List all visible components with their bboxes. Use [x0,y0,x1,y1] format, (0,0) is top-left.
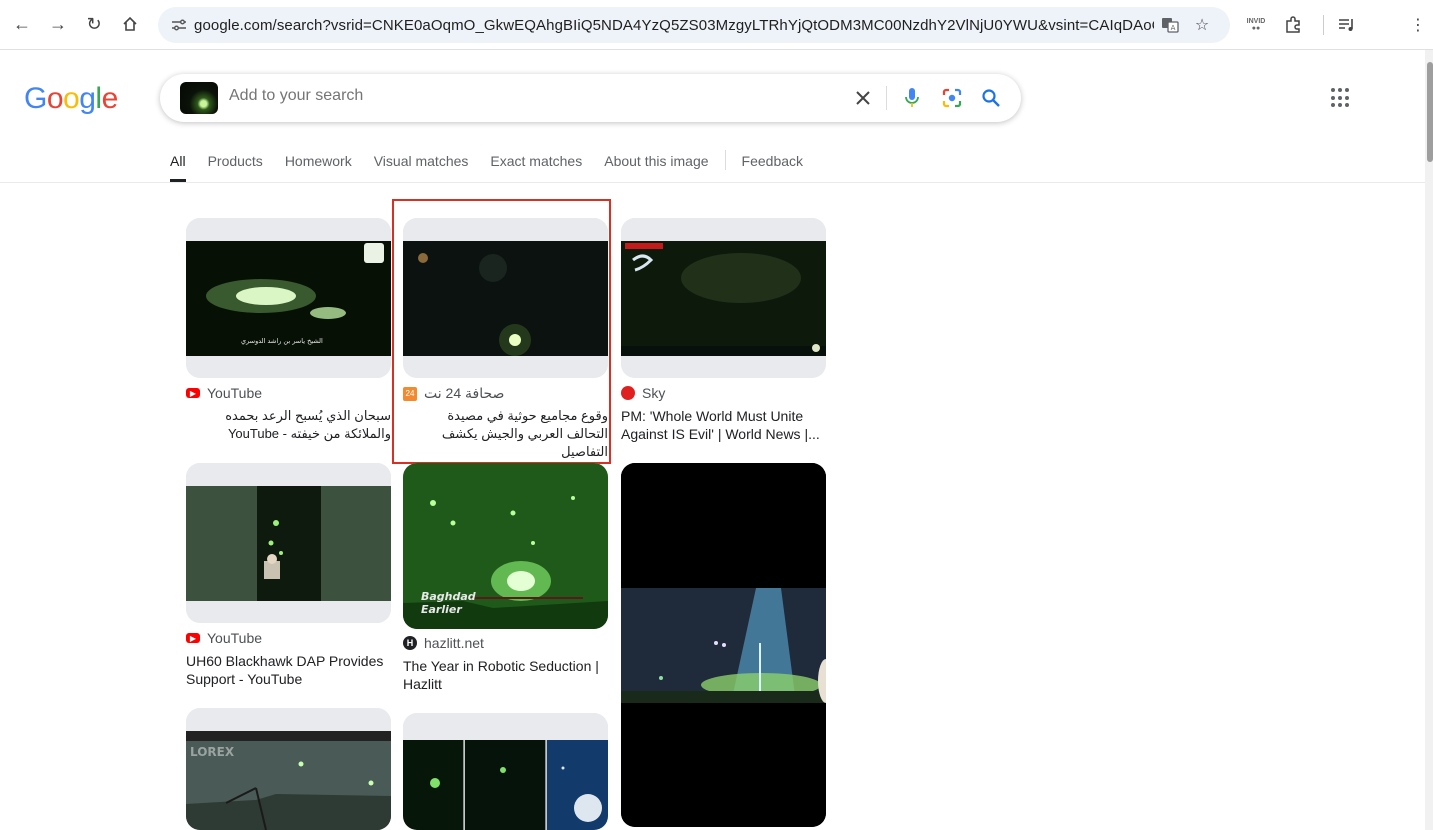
tab-homework[interactable]: Homework [285,142,352,182]
browser-toolbar: ← → ↻ google.com/search?vsrid=CNKE0aOqmO… [0,0,1433,50]
result-thumbnail[interactable] [403,713,608,830]
result-source[interactable]: H hazlitt.net [403,635,484,651]
source-name: hazlitt.net [424,635,484,651]
tab-products[interactable]: Products [208,142,263,182]
toolbar-divider [1323,15,1324,35]
address-bar[interactable]: google.com/search?vsrid=CNKE0aOqmO_GkwEQ… [158,7,1230,43]
image-caption-earlier: Earlier [421,603,462,616]
image-caption: الشيخ ياسر بن راشد الدوسري [241,337,323,345]
lorex-watermark: LOREX [190,745,235,759]
result-thumbnail[interactable] [621,218,826,378]
tab-exact-matches[interactable]: Exact matches [490,142,582,182]
result-source[interactable]: Sky [621,385,665,401]
result-thumbnail[interactable] [186,463,391,623]
google-logo[interactable]: Google [24,82,118,116]
forward-icon[interactable]: → [43,9,73,39]
youtube-icon: ▶ [186,633,200,643]
search-divider [886,86,887,110]
site-info-icon[interactable] [164,18,194,32]
tab-about-this-image[interactable]: About this image [604,142,708,182]
clear-icon[interactable] [851,86,875,110]
browser-menu-icon[interactable]: ⋮ [1403,10,1433,40]
extensions-puzzle-icon[interactable] [1278,10,1308,40]
selection-highlight-box [392,199,611,464]
search-icon[interactable] [979,86,1003,110]
result-source[interactable]: ▶ YouTube [186,385,262,401]
svg-text:A: A [1171,24,1176,32]
result-thumbnail[interactable] [621,463,826,827]
url-text[interactable]: google.com/search?vsrid=CNKE0aOqmO_GkwEQ… [194,17,1154,34]
tabs-divider [724,150,726,170]
bookmark-star-icon[interactable]: ☆ [1186,15,1218,35]
search-tabs: All Products Homework Visual matches Exa… [170,142,825,182]
source-name: YouTube [207,630,263,646]
media-queue-icon[interactable] [1332,10,1362,40]
google-apps-icon[interactable] [1331,88,1351,108]
result-thumbnail[interactable]: الشيخ ياسر بن راشد الدوسري [186,218,391,378]
microphone-icon[interactable] [900,86,924,110]
lens-camera-icon[interactable] [940,86,964,110]
home-icon[interactable] [115,9,145,39]
tabs-underline-rule [0,182,1425,183]
result-title[interactable]: PM: 'Whole World Must Unite Against IS E… [621,407,826,443]
query-image-thumbnail[interactable] [180,82,218,114]
result-thumbnail[interactable]: LOREX [186,708,391,830]
page-scrollbar[interactable] [1425,50,1433,830]
source-name: Sky [642,385,666,401]
result-title[interactable]: UH60 Blackhawk DAP Provides Support - Yo… [186,652,391,688]
tab-visual-matches[interactable]: Visual matches [374,142,469,182]
search-input[interactable] [229,87,789,105]
tab-feedback[interactable]: Feedback [742,142,803,182]
back-icon[interactable]: ← [7,9,37,39]
reload-icon[interactable]: ↻ [79,9,109,39]
scrollbar-thumb[interactable] [1427,62,1433,162]
result-title[interactable]: The Year in Robotic Seduction | Hazlitt [403,657,608,693]
hazlitt-icon: H [403,636,417,650]
image-caption-baghdad: Baghdad [421,590,476,603]
invid-label: INVID [1246,18,1266,25]
tab-all[interactable]: All [170,142,186,182]
result-thumbnail[interactable]: Baghdad Earlier [403,463,608,629]
search-box[interactable] [160,74,1021,122]
invid-extension-icon[interactable]: INVID ●● [1241,10,1271,40]
translate-icon[interactable]: A [1154,16,1186,34]
sky-news-icon [621,386,635,400]
result-title[interactable]: سبحان الذي يُسبح الرعد بحمده والملائكة م… [186,407,391,443]
youtube-icon: ▶ [186,388,200,398]
source-name: YouTube [207,385,263,401]
result-source[interactable]: ▶ YouTube [186,630,262,646]
